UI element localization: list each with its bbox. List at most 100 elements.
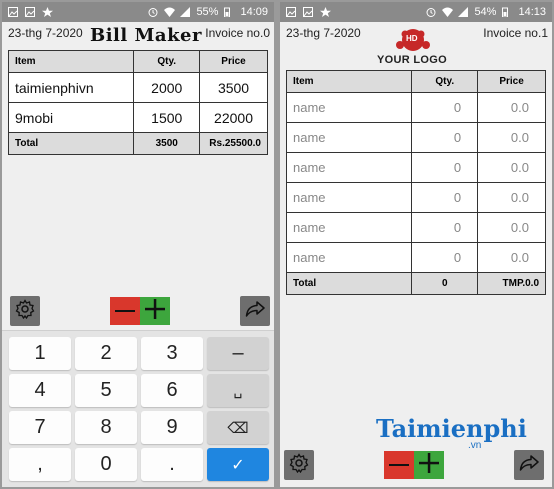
backspace-key[interactable]: ⌫: [207, 411, 269, 444]
invoice-number: Invoice no.1: [483, 26, 548, 40]
item-cell[interactable]: name: [285, 242, 413, 273]
remove-add-row-control: [110, 297, 170, 325]
qty-cell[interactable]: 0: [411, 242, 479, 273]
price-cell[interactable]: 22000: [199, 102, 268, 133]
item-cell[interactable]: name: [285, 92, 413, 123]
table-header-row: Item Qty. Price: [285, 70, 546, 93]
watermark: Taimienphi .vn: [376, 414, 527, 451]
minus-icon: [115, 309, 135, 313]
price-cell[interactable]: 0.0: [477, 122, 546, 153]
item-cell[interactable]: taimienphivn: [7, 72, 135, 103]
key-1[interactable]: 1: [9, 337, 71, 370]
price-cell[interactable]: 0.0: [477, 182, 546, 213]
total-price: TMP.0.0: [477, 272, 546, 295]
price-cell[interactable]: 0.0: [477, 92, 546, 123]
share-button[interactable]: [240, 296, 270, 326]
alarm-icon: [426, 7, 436, 17]
battery-icon: [224, 7, 234, 18]
key-9[interactable]: 9: [141, 411, 203, 444]
column-header-price: Price: [477, 70, 546, 93]
invoice-date[interactable]: 23-thg 7-2020: [8, 26, 83, 40]
key-space[interactable]: ␣: [207, 374, 269, 407]
table-row: name 0 0.0: [285, 122, 546, 153]
plus-icon: [145, 298, 165, 324]
watermark-suffix: .vn: [468, 440, 482, 451]
table-row: name 0 0.0: [285, 212, 546, 243]
wifi-icon: [442, 7, 454, 17]
key-comma[interactable]: ,: [9, 448, 71, 481]
remove-add-row-control: [384, 451, 444, 479]
signal-icon: [458, 7, 469, 17]
gear-icon: [15, 298, 35, 324]
key-6[interactable]: 6: [141, 374, 203, 407]
price-cell[interactable]: 0.0: [477, 152, 546, 183]
key-2[interactable]: 2: [75, 337, 137, 370]
remove-row-button[interactable]: [110, 297, 140, 325]
key-8[interactable]: 8: [75, 411, 137, 444]
table-row: name 0 0.0: [285, 152, 546, 183]
image-notification-icon: [8, 7, 18, 17]
alarm-icon: [148, 7, 158, 17]
share-arrow-icon: [519, 454, 539, 477]
key-0[interactable]: 0: [75, 448, 137, 481]
invoice-date[interactable]: 23-thg 7-2020: [286, 26, 361, 40]
key-5[interactable]: 5: [75, 374, 137, 407]
table-row: 9mobi 1500 22000: [7, 102, 268, 133]
battery-percent: 54%: [474, 6, 497, 18]
share-button[interactable]: [514, 450, 544, 480]
table-header-row: Item Qty. Price: [7, 50, 268, 73]
price-cell[interactable]: 0.0: [477, 212, 546, 243]
status-bar: 55% 14:09: [2, 2, 274, 22]
confirm-key[interactable]: ✓: [207, 448, 269, 481]
add-row-button[interactable]: [414, 451, 444, 479]
table-row: name 0 0.0: [285, 242, 546, 273]
qty-cell[interactable]: 0: [411, 92, 479, 123]
invoice-number: Invoice no.0: [205, 26, 270, 40]
price-cell[interactable]: 3500: [199, 72, 268, 103]
settings-button[interactable]: [10, 296, 40, 326]
settings-button[interactable]: [284, 450, 314, 480]
item-cell[interactable]: name: [285, 122, 413, 153]
remove-row-button[interactable]: [384, 451, 414, 479]
item-cell[interactable]: 9mobi: [7, 102, 135, 133]
price-cell[interactable]: 0.0: [477, 242, 546, 273]
key-7[interactable]: 7: [9, 411, 71, 444]
total-row: Total 3500 Rs.25500.0: [7, 132, 268, 155]
right-phone-screen: 54% 14:13 23-thg 7-2020 Invoice no.1 HD …: [280, 2, 552, 487]
key-3[interactable]: 3: [141, 337, 203, 370]
qty-cell[interactable]: 0: [411, 152, 479, 183]
total-label: Total: [7, 132, 135, 155]
wifi-icon: [164, 7, 176, 17]
image-notification-icon: [25, 7, 35, 17]
gear-icon: [289, 452, 309, 478]
column-header-price: Price: [199, 50, 268, 73]
key-4[interactable]: 4: [9, 374, 71, 407]
table-row: name 0 0.0: [285, 182, 546, 213]
qty-cell[interactable]: 2000: [133, 72, 201, 103]
total-qty: 3500: [133, 132, 201, 155]
bill-table: Item Qty. Price name 0 0.0 name 0 0.0 na…: [285, 70, 546, 295]
key-minus[interactable]: –: [207, 337, 269, 370]
qty-cell[interactable]: 0: [411, 182, 479, 213]
battery-percent: 55%: [196, 6, 219, 18]
qty-cell[interactable]: 0: [411, 122, 479, 153]
add-row-button[interactable]: [140, 297, 170, 325]
table-row: name 0 0.0: [285, 92, 546, 123]
total-row: Total 0 TMP.0.0: [285, 272, 546, 295]
item-cell[interactable]: name: [285, 152, 413, 183]
company-logo[interactable]: HD YOUR LOGO: [375, 26, 455, 70]
qty-cell[interactable]: 0: [411, 212, 479, 243]
battery-icon: [502, 7, 512, 18]
item-cell[interactable]: name: [285, 182, 413, 213]
plus-icon: [419, 452, 439, 478]
watermark-text: Taimienphi: [376, 414, 527, 443]
key-period[interactable]: .: [141, 448, 203, 481]
qty-cell[interactable]: 1500: [133, 102, 201, 133]
invoice-header: 23-thg 7-2020 Bill Maker Invoice no.0: [2, 22, 274, 48]
image-notification-icon: [286, 7, 296, 17]
table-row: taimienphivn 2000 3500: [7, 72, 268, 103]
image-notification-icon: [303, 7, 313, 17]
column-header-qty: Qty.: [133, 50, 201, 73]
star-notification-icon: [42, 7, 53, 17]
item-cell[interactable]: name: [285, 212, 413, 243]
